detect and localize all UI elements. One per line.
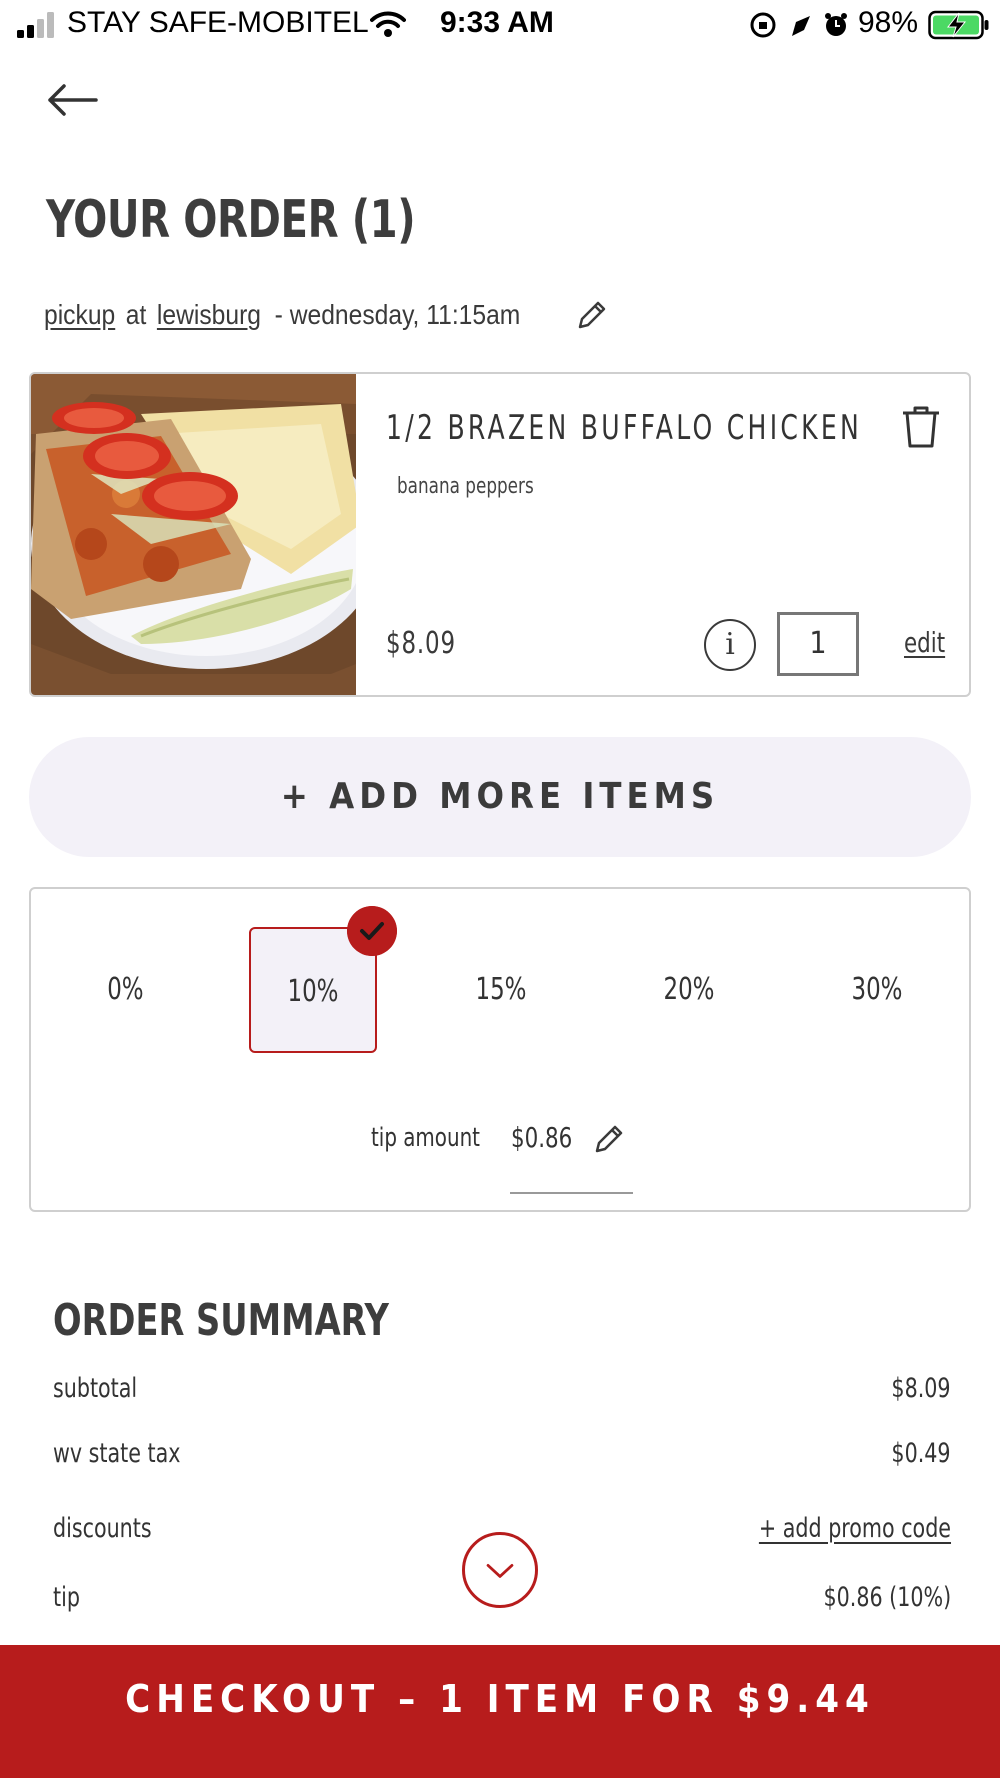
battery-percent: 98% xyxy=(858,6,919,39)
tax-value: $0.49 xyxy=(891,1438,951,1469)
edit-item-link[interactable]: edit xyxy=(904,626,945,659)
tip-amount-label: tip amount xyxy=(371,1123,480,1153)
location-arrow-icon xyxy=(792,16,810,36)
tip-label: tip xyxy=(53,1582,80,1613)
item-name: 1/2 BRAZEN BUFFALO CHICKEN xyxy=(386,408,863,448)
subtotal-value: $8.09 xyxy=(891,1373,951,1404)
status-bar: STAY SAFE-MOBITEL 9:33 AM 98% xyxy=(0,0,1000,50)
cart-item-card: 1/2 BRAZEN BUFFALO CHICKEN banana pepper… xyxy=(29,372,971,697)
pencil-icon[interactable] xyxy=(575,298,609,332)
tax-label: wv state tax xyxy=(53,1438,181,1469)
tip-selector: 0% 10% 15% 20% 30% tip amount $0.86 xyxy=(29,887,971,1212)
tip-option-0[interactable]: 0% xyxy=(61,927,189,1053)
item-price: $8.09 xyxy=(386,626,456,661)
orientation-lock-icon xyxy=(750,12,776,38)
tip-amount-underline xyxy=(510,1192,633,1194)
trash-icon[interactable] xyxy=(899,404,943,450)
subtotal-label: subtotal xyxy=(53,1373,138,1404)
info-icon[interactable]: i xyxy=(704,619,756,671)
checkmark-icon xyxy=(347,906,397,956)
clock-time: 9:33 AM xyxy=(440,6,554,39)
add-promo-code-link[interactable]: + add promo code xyxy=(759,1513,951,1544)
battery-charging-icon xyxy=(928,10,989,40)
pickup-time: - wednesday, 11:15am xyxy=(274,299,521,330)
location-link[interactable]: lewisburg xyxy=(157,299,261,330)
signal-icon xyxy=(17,12,54,38)
item-modifier: banana peppers xyxy=(397,474,534,499)
order-info: pickup at lewisburg - wednesday, 11:15am xyxy=(44,298,609,332)
add-more-items-button[interactable]: + ADD MORE ITEMS xyxy=(29,737,971,857)
order-summary-title: ORDER SUMMARY xyxy=(53,1295,389,1346)
discounts-label: discounts xyxy=(53,1513,152,1544)
tip-option-20[interactable]: 20% xyxy=(625,927,753,1053)
quantity-input[interactable]: 1 xyxy=(777,612,859,676)
pickup-method-link[interactable]: pickup xyxy=(44,299,115,330)
arrow-left-icon[interactable] xyxy=(44,80,100,120)
wifi-icon xyxy=(370,11,406,37)
carrier-name: STAY SAFE-MOBITEL xyxy=(67,6,369,39)
at-label: at xyxy=(125,299,147,330)
page-title: YOUR ORDER (1) xyxy=(46,190,416,250)
tip-value: $0.86 (10%) xyxy=(823,1582,951,1613)
chevron-down-icon[interactable] xyxy=(462,1532,538,1608)
tip-option-15[interactable]: 15% xyxy=(437,927,565,1053)
status-icons xyxy=(750,12,847,38)
sandwich-photo xyxy=(31,374,356,695)
tip-option-30[interactable]: 30% xyxy=(813,927,941,1053)
pencil-icon[interactable] xyxy=(593,1123,625,1155)
checkout-button[interactable]: CHECKOUT – 1 ITEM FOR $9.44 xyxy=(0,1645,1000,1778)
alarm-icon xyxy=(825,13,847,36)
tip-amount-input[interactable]: $0.86 xyxy=(511,1121,572,1154)
